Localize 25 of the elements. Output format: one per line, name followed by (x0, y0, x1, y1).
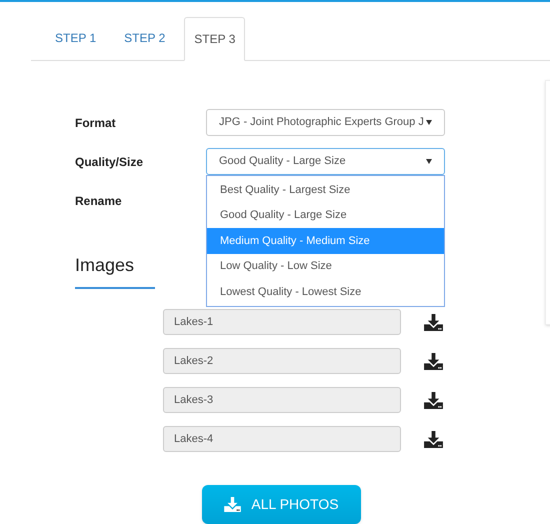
caret-icon (426, 120, 432, 125)
image-name-field[interactable]: Lakes-2 (163, 348, 401, 374)
select-field[interactable]: JPG - Joint Photographic Experts Group J (206, 109, 445, 136)
field-label: Format (75, 114, 117, 132)
dropdown-option[interactable]: Low Quality - Low Size (207, 254, 444, 279)
caret-icon (426, 159, 432, 164)
dropdown-option[interactable]: Best Quality - Largest Size (207, 177, 444, 202)
select-field[interactable]: Good Quality - Large Size (206, 148, 445, 175)
download-icon[interactable] (424, 352, 443, 370)
dropdown-option[interactable]: Medium Quality - Medium Size (207, 228, 444, 254)
tab[interactable]: STEP 1 (46, 16, 106, 60)
image-name-field[interactable]: Lakes-3 (163, 387, 401, 413)
field-label: Quality/Size (75, 154, 144, 170)
image-name-field[interactable]: Lakes-4 (163, 426, 401, 452)
download-icon[interactable] (424, 392, 443, 408)
download-icon (224, 497, 242, 512)
tab[interactable]: STEP 2 (115, 16, 174, 60)
section-heading: Images (75, 255, 134, 275)
download-icon[interactable] (424, 430, 443, 448)
dropdown-option[interactable]: Lowest Quality - Lowest Size (207, 279, 444, 304)
dropdown-option[interactable]: Good Quality - Large Size (207, 202, 444, 228)
download-icon[interactable] (424, 314, 443, 330)
image-name-field[interactable]: Lakes-1 (163, 309, 401, 335)
tab[interactable]: STEP 3 (184, 17, 246, 61)
field-label: Rename (75, 192, 123, 210)
